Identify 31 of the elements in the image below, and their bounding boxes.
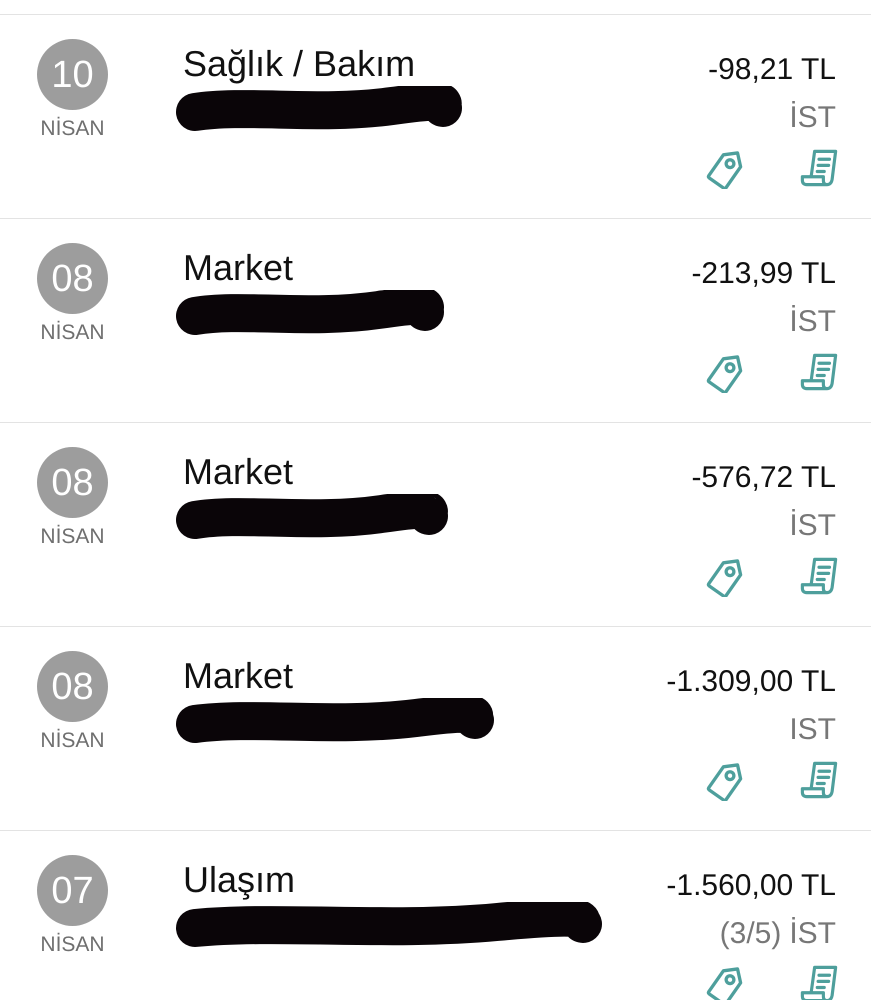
city-label: İST bbox=[789, 919, 836, 949]
receipt-icon[interactable] bbox=[798, 147, 840, 189]
receipt-icon[interactable] bbox=[798, 351, 840, 393]
installment-label: (3/5) bbox=[720, 919, 782, 949]
receipt-icon[interactable] bbox=[798, 963, 840, 1000]
day-badge: 08 bbox=[37, 651, 108, 722]
city-label: İST bbox=[789, 103, 836, 133]
amount-label: -1.560,00 TL bbox=[666, 871, 836, 901]
city-label: İST bbox=[789, 307, 836, 337]
amount-label: -1.309,00 TL bbox=[666, 667, 836, 697]
category-label: Market bbox=[183, 658, 294, 694]
amount-label: -213,99 TL bbox=[691, 259, 836, 289]
category-label: Ulaşım bbox=[183, 862, 296, 898]
day-badge: 08 bbox=[37, 447, 108, 518]
city-label: İST bbox=[789, 511, 836, 541]
month-label: NİSAN bbox=[40, 118, 105, 139]
city-label: IST bbox=[789, 715, 836, 745]
amount-label: -576,72 TL bbox=[691, 463, 836, 493]
month-label: NİSAN bbox=[40, 730, 105, 751]
category-label: Market bbox=[183, 250, 294, 286]
month-label: NİSAN bbox=[40, 526, 105, 547]
category-label: Sağlık / Bakım bbox=[183, 46, 416, 82]
receipt-icon[interactable] bbox=[798, 759, 840, 801]
receipt-icon[interactable] bbox=[798, 555, 840, 597]
amount-label: -98,21 TL bbox=[708, 55, 836, 85]
category-label: Market bbox=[183, 454, 294, 490]
day-badge: 10 bbox=[37, 39, 108, 110]
day-badge: 07 bbox=[37, 855, 108, 926]
month-label: NİSAN bbox=[40, 934, 105, 955]
month-label: NİSAN bbox=[40, 322, 105, 343]
day-badge: 08 bbox=[37, 243, 108, 314]
